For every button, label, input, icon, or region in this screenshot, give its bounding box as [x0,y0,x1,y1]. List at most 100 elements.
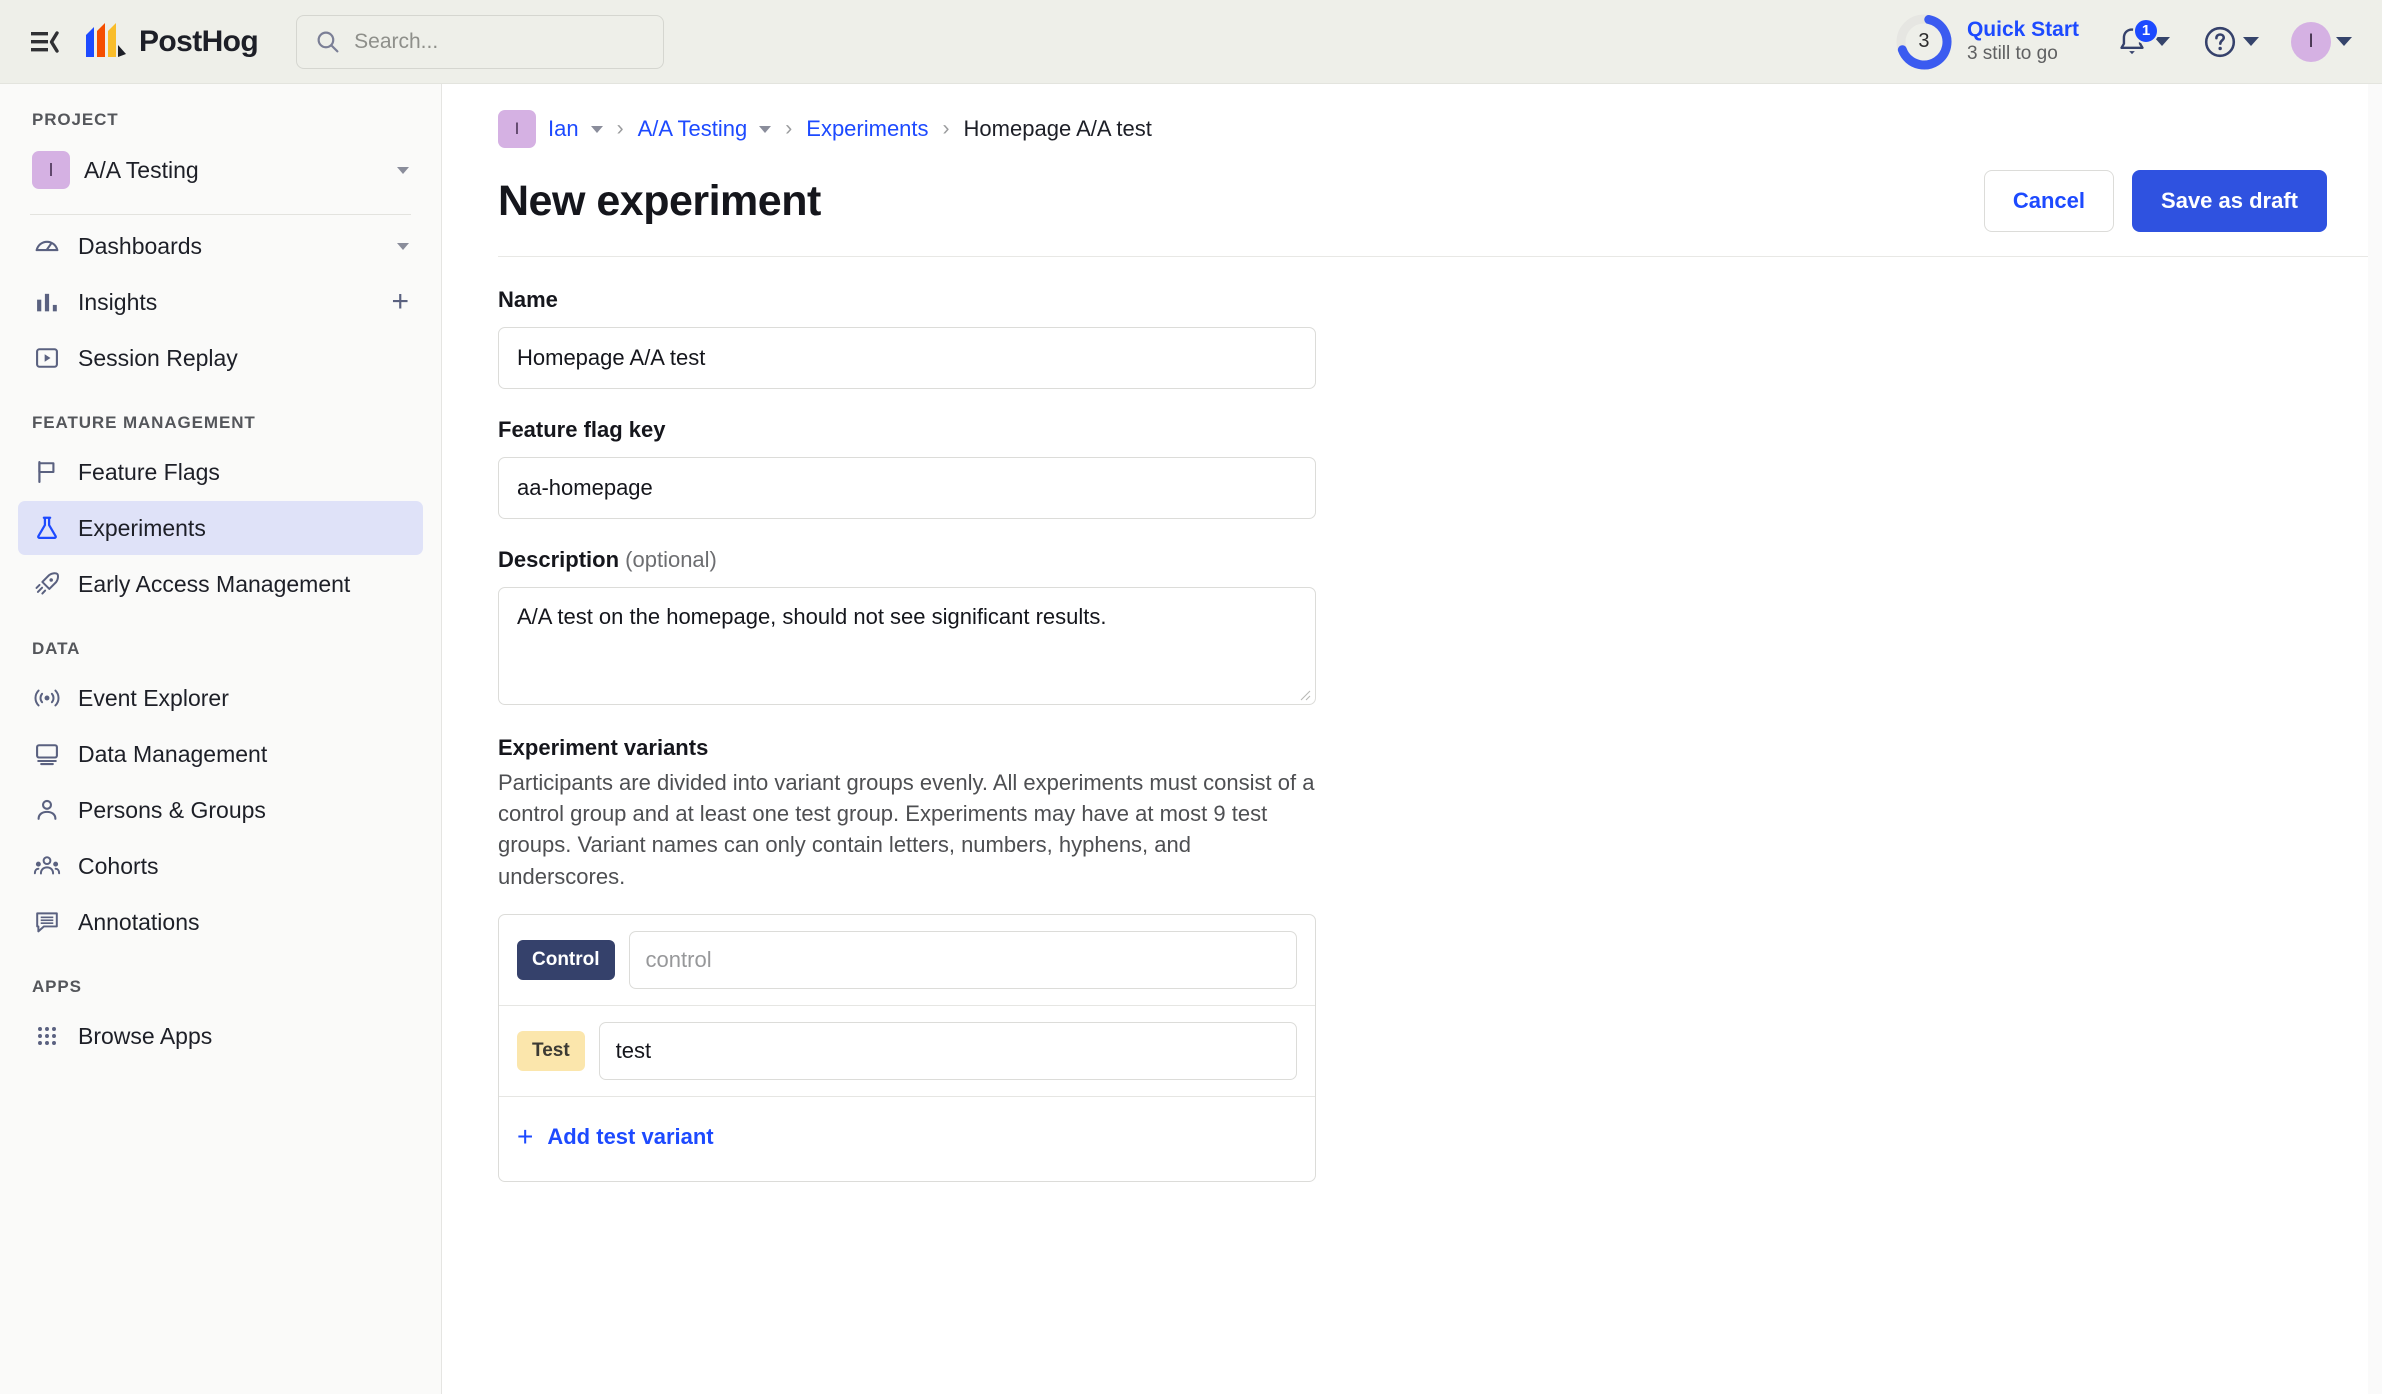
sidebar-item-label: Early Access Management [78,571,350,598]
variant-key-placeholder: control [646,947,712,973]
sidebar-item-label: Dashboards [78,233,202,260]
plus-icon[interactable]: + [391,287,409,317]
breadcrumb-item-ian[interactable]: Ian [548,116,579,142]
page-scrollbar[interactable] [2368,84,2382,1394]
sidebar-item-label: Experiments [78,515,206,542]
flag-icon [32,457,62,487]
sidebar-item-annotations[interactable]: Annotations [18,895,423,949]
name-label: Name [498,287,1303,313]
quick-start-progress-ring: 3 [1895,13,1953,71]
dashboard-icon [32,231,62,261]
chevron-down-icon[interactable] [759,126,771,133]
breadcrumb-item-experiments[interactable]: Experiments [806,116,928,142]
sidebar-item-data-management[interactable]: Data Management [18,727,423,781]
bar-chart-icon [32,287,62,317]
sidebar-item-feature-flags[interactable]: Feature Flags [18,445,423,499]
posthog-logo-link[interactable]: PostHog [84,21,258,63]
help-button[interactable] [2194,18,2267,66]
sidebar-item-label: Feature Flags [78,459,220,486]
sidebar-item-label: Persons & Groups [78,797,266,824]
database-icon [32,739,62,769]
description-label: Description (optional) [498,547,1303,573]
sidebar-item-experiments[interactable]: Experiments [18,501,423,555]
quick-start-title: Quick Start [1967,17,2079,42]
flask-icon [32,513,62,543]
description-textarea[interactable]: A/A test on the homepage, should not see… [498,587,1316,705]
collapse-sidebar-icon[interactable] [22,19,68,65]
breadcrumb-item-current: Homepage A/A test [964,116,1152,142]
search-input[interactable]: Search... [296,15,664,69]
notifications-button[interactable]: 1 [2107,19,2178,65]
description-label-text: Description [498,547,619,572]
status-badge: Control [517,940,615,980]
top-bar: PostHog Search... 3 Quick Start 3 still … [0,0,2382,84]
description-value: A/A test on the homepage, should not see… [517,604,1106,629]
variant-key-input-control[interactable]: control [629,931,1297,989]
sidebar-item-label: Browse Apps [78,1023,212,1050]
search-icon [315,29,340,54]
avatar: I [2291,22,2331,62]
rocket-icon [32,569,62,599]
grid-dots-icon [32,1021,62,1051]
quick-start-button[interactable]: 3 Quick Start 3 still to go [1883,9,2091,75]
sidebar-item-dashboards[interactable]: Dashboards [18,219,423,273]
breadcrumb: I Ian › A/A Testing › Experiments › Home… [443,84,2382,148]
people-icon [32,851,62,881]
quick-start-subtitle: 3 still to go [1967,43,2079,66]
chevron-down-icon[interactable] [591,126,603,133]
variant-key-value: test [616,1038,651,1064]
sidebar: PROJECT I A/A Testing Dashboards Insight… [0,84,442,1394]
sidebar-item-label: Insights [78,289,157,316]
sidebar-item-cohorts[interactable]: Cohorts [18,839,423,893]
page-title: New experiment [498,177,821,226]
resize-handle-icon[interactable] [1297,687,1311,701]
feature-flag-key-input[interactable]: aa-homepage [498,457,1316,519]
add-test-variant-button[interactable]: + Add test variant [499,1097,1315,1181]
sidebar-item-session-replay[interactable]: Session Replay [18,331,423,385]
sidebar-item-label: Event Explorer [78,685,229,712]
sidebar-section-data: DATA [18,613,423,671]
main-content: I Ian › A/A Testing › Experiments › Home… [443,84,2382,1394]
sidebar-item-browse-apps[interactable]: Browse Apps [18,1009,423,1063]
sidebar-item-label: Data Management [78,741,267,768]
feature-flag-key-label: Feature flag key [498,417,1303,443]
posthog-logo-text: PostHog [139,25,258,59]
sidebar-item-event-explorer[interactable]: Event Explorer [18,671,423,725]
breadcrumb-item-project[interactable]: A/A Testing [638,116,748,142]
variant-row-test: Test test [499,1006,1315,1097]
variants-list: Control control Test test + Add test var… [498,914,1316,1182]
chevron-down-icon [2243,37,2259,46]
sidebar-item-persons-groups[interactable]: Persons & Groups [18,783,423,837]
breadcrumb-separator: › [943,117,950,141]
breadcrumb-separator: › [785,117,792,141]
sidebar-section-project: PROJECT [18,84,423,142]
name-input[interactable]: Homepage A/A test [498,327,1316,389]
variant-row-control: Control control [499,915,1315,1006]
page-actions: Cancel Save as draft [1984,170,2327,232]
cancel-button[interactable]: Cancel [1984,170,2114,232]
sidebar-project-switcher[interactable]: I A/A Testing [18,142,423,198]
plus-icon: + [517,1123,533,1151]
comment-icon [32,907,62,937]
search-placeholder: Search... [354,30,438,54]
sidebar-item-early-access-management[interactable]: Early Access Management [18,557,423,611]
page-header: New experiment Cancel Save as draft [443,148,2382,232]
question-circle-icon [2202,24,2238,60]
posthog-logo-icon [84,21,128,63]
quick-start-count: 3 [1895,13,1953,71]
account-menu-button[interactable]: I [2283,16,2360,68]
chevron-down-icon [2336,37,2352,46]
project-avatar: I [32,151,70,189]
sidebar-item-insights[interactable]: Insights + [18,275,423,329]
sidebar-item-label: Session Replay [78,345,238,372]
variant-key-input-test[interactable]: test [599,1022,1297,1080]
feature-flag-key-value: aa-homepage [517,475,653,501]
save-as-draft-button[interactable]: Save as draft [2132,170,2327,232]
person-icon [32,795,62,825]
sidebar-divider [30,214,411,215]
live-events-icon [32,683,62,713]
project-name: A/A Testing [84,157,199,184]
bell-icon: 1 [2115,25,2149,59]
variants-description: Participants are divided into variant gr… [498,767,1318,892]
breadcrumb-avatar: I [498,110,536,148]
